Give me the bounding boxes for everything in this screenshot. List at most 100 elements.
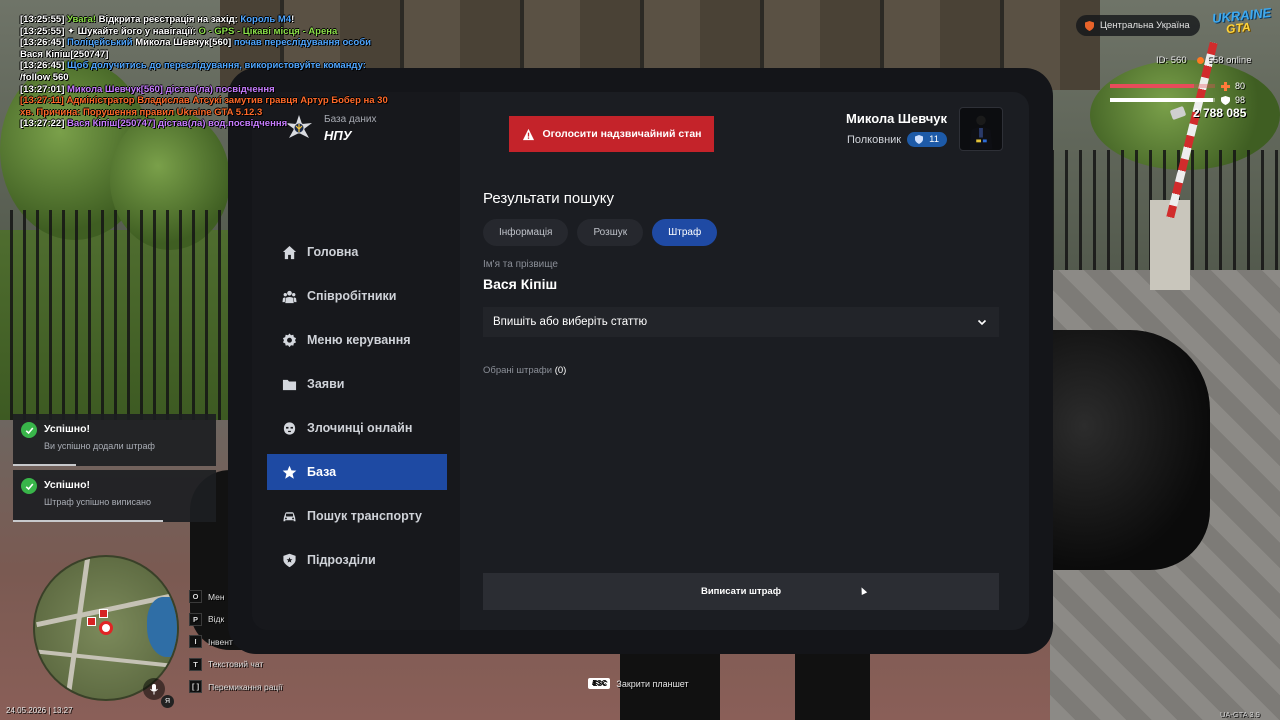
sidebar-item-label: Підрозділи	[307, 553, 376, 567]
sidebar-item[interactable]: Співробітники	[267, 278, 447, 314]
key-hint: P Відк	[189, 612, 283, 627]
mask-icon	[281, 420, 297, 436]
key-hint-label: Перемикання рації	[208, 681, 283, 692]
sidebar-item[interactable]: Меню керування	[267, 322, 447, 358]
game-version: UA-GTA 3.9	[1220, 710, 1260, 719]
issue-fine-button[interactable]: Виписати штраф	[483, 573, 999, 610]
sidebar-item[interactable]: Підрозділи	[267, 542, 447, 578]
success-notification: Успішно! Ви успішно додали штраф	[13, 414, 216, 466]
notification-timer-bar	[13, 520, 164, 522]
chat-text: [13:26:45]	[20, 37, 67, 49]
chat-text: Вася Кіпіш[250747]	[20, 48, 109, 60]
name-label: Ім'я та прізвище	[483, 259, 558, 270]
sidebar-item[interactable]: Головна	[267, 234, 447, 270]
article-select[interactable]: Впишіть або виберіть статтю	[483, 307, 999, 337]
money-value: 2 788 085	[1193, 106, 1247, 120]
article-select-placeholder: Впишіть або виберіть статтю	[493, 316, 648, 328]
shield-icon	[281, 552, 297, 568]
chat-text: Відкрита реєстрація на захід:	[98, 14, 241, 25]
result-tab[interactable]: Розшук	[577, 219, 644, 246]
chat-text: [13:27:11]	[20, 95, 67, 107]
key-hints: O Мен P Відк I Інвент T Текстовий чат [ ] Перемик…	[189, 589, 283, 702]
server-logo: UKRAINE GTA	[1211, 5, 1271, 48]
online-count: 558 online	[1207, 55, 1252, 66]
sidebar-item-label: Співробітники	[307, 289, 397, 303]
success-notification: Успішно! Штраф успішно виписано	[13, 470, 216, 522]
health-row: 80	[1110, 81, 1245, 91]
brand-name: НПУ	[324, 128, 352, 143]
chat-text: Король М4	[240, 14, 292, 25]
key-hint-label: Відк	[208, 614, 225, 624]
map-water	[147, 597, 177, 657]
sidebar-item[interactable]: Пошук транспорту	[267, 498, 447, 534]
home-icon	[281, 244, 297, 260]
result-tabs: Інформація Розшук Штраф	[483, 219, 726, 246]
sidebar-item-label: Заяви	[307, 377, 345, 391]
sidebar-item[interactable]: Заяви	[267, 366, 447, 402]
result-tab[interactable]: Інформація	[483, 219, 569, 246]
key-hint: T Текстовий чат	[189, 657, 283, 672]
tablet-screen: База даних НПУ Головна Співробітники Меню …	[252, 92, 1029, 630]
chat-text: O - GPS - Цікаві місця - Арена	[198, 25, 338, 37]
chat-line: [13:27:22] Вася Кіпіш[250747] дістав(ла)…	[20, 118, 388, 130]
sidebar-item[interactable]: Злочинці онлайн	[267, 410, 447, 446]
key-hint: O Мен	[189, 589, 283, 604]
chat-text: [13:26:45]	[20, 60, 67, 72]
money: 2 788 085	[1169, 105, 1247, 121]
folder-icon	[281, 376, 297, 392]
chat-text: хв. Причина: Порушення правил Ukraine GT…	[20, 106, 263, 118]
region-shield-icon	[1085, 20, 1094, 31]
key-hint-label: Текстовий чат	[208, 659, 264, 669]
key-hint: I Інвент	[189, 634, 283, 649]
chevron-down-icon	[977, 319, 987, 326]
map-poi-icon	[87, 617, 96, 626]
key-cap: I	[189, 635, 202, 648]
result-tab[interactable]: Штраф	[652, 219, 718, 246]
key-hint: [ ] Перемикання рації	[189, 679, 283, 694]
chat-text: [13:25:55]	[20, 25, 67, 37]
chat-text: ✦	[67, 25, 78, 37]
sidebar-item[interactable]: База	[267, 454, 447, 490]
notification-title: Успішно!	[44, 479, 90, 491]
key-hint-label: Інвент	[208, 636, 233, 647]
map-poi-icon	[99, 609, 108, 618]
gear-icon	[281, 332, 297, 348]
chat-log: [13:25:55] Увага! Відкрита реєстрація на…	[20, 14, 388, 130]
notification-text: Штраф успішно виписано	[44, 497, 151, 507]
car-icon	[281, 508, 297, 524]
close-tablet-label: Закрити планшет	[616, 678, 689, 689]
chat-line: [13:26:45] Щоб долучитись до переслідува…	[20, 60, 388, 72]
notification-title: Успішно!	[44, 423, 90, 435]
chat-line: [13:27:01] Микола Шевчук[560] дістав(ла)…	[20, 84, 388, 96]
key-hint-label: Мен	[208, 591, 225, 602]
health-value: 80	[1235, 81, 1246, 91]
health-bar	[1110, 84, 1215, 88]
player-marker-icon	[99, 621, 113, 635]
chosen-fines-count: (0)	[554, 365, 567, 376]
results-title: Результати пошуку	[483, 190, 614, 207]
chat-line: Вася Кіпіш[250747]	[20, 49, 388, 61]
sidebar-item-label: Головна	[307, 245, 359, 259]
sidebar-item-label: Пошук транспорту	[307, 509, 422, 523]
money-icon	[1169, 105, 1187, 121]
armor-icon	[1221, 95, 1230, 105]
chat-text: [13:25:55]	[20, 14, 67, 25]
chat-line: [13:26:45] Поліцейський Микола Шевчук[56…	[20, 37, 388, 49]
chat-text: Поліцейський	[67, 37, 136, 49]
check-icon	[21, 478, 37, 494]
esc-key: ESC	[588, 678, 611, 689]
chat-text: [13:27:22]	[20, 118, 67, 130]
region-name: Центральна Україна	[1100, 20, 1190, 31]
chosen-fines-label: Обрані штрафи	[483, 365, 553, 376]
key-cap: P	[189, 612, 202, 626]
key-cap: [ ]	[189, 680, 203, 693]
chat-line: [13:27:11] Адміністратор Владислав Атсук…	[20, 95, 388, 107]
close-tablet-hint[interactable]: ESC Закрити планшет	[588, 678, 689, 689]
chat-text: [13:27:01]	[20, 83, 67, 95]
health-icon	[1221, 81, 1230, 91]
chat-line: [13:25:55] ✦ Шукайте його у навігації: O…	[20, 26, 388, 38]
chat-text: /follow 560	[20, 71, 69, 83]
sidebar: База даних НПУ Головна Співробітники Меню …	[252, 92, 460, 630]
armor-row: 98	[1110, 95, 1245, 105]
sidebar-item-label: База	[307, 465, 337, 479]
